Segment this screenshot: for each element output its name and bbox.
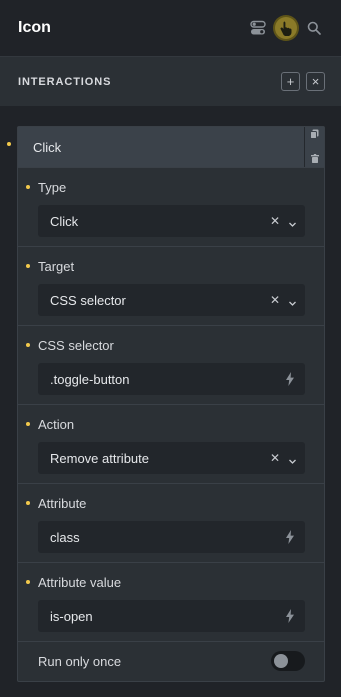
clear-icon[interactable]: ✕ bbox=[270, 293, 280, 307]
attribute-value-label: Attribute value bbox=[38, 575, 122, 590]
pointer-icon[interactable] bbox=[275, 17, 297, 39]
css-selector-label: CSS selector bbox=[38, 338, 114, 353]
dynamic-data-icon[interactable] bbox=[285, 372, 297, 386]
attribute-value-field: Attribute value is-open bbox=[18, 563, 324, 642]
field-indicator-dot bbox=[26, 501, 30, 505]
interaction-indicator-dot bbox=[7, 142, 11, 146]
section-buttons: + × bbox=[281, 72, 325, 91]
type-select[interactable]: Click ✕ bbox=[38, 205, 305, 237]
type-select-value: Click bbox=[50, 213, 79, 229]
clear-icon[interactable]: ✕ bbox=[270, 451, 280, 465]
target-select-value: CSS selector bbox=[50, 292, 126, 308]
field-indicator-dot bbox=[26, 185, 30, 189]
interactions-section-header: INTERACTIONS + × bbox=[0, 56, 341, 106]
chevron-down-icon[interactable] bbox=[288, 217, 297, 227]
type-field: Type Click ✕ bbox=[18, 168, 324, 247]
dynamic-data-icon[interactable] bbox=[285, 530, 297, 544]
interaction-title: Click bbox=[33, 139, 62, 155]
attribute-value-input[interactable]: is-open bbox=[38, 600, 305, 632]
chevron-down-icon[interactable] bbox=[288, 296, 297, 306]
interaction-tools bbox=[304, 127, 324, 167]
panel-header: Icon bbox=[0, 0, 341, 56]
toggle-icon[interactable] bbox=[249, 19, 267, 37]
chevron-down-icon[interactable] bbox=[288, 454, 297, 464]
field-indicator-dot bbox=[26, 264, 30, 268]
action-select-value: Remove attribute bbox=[50, 450, 149, 466]
css-selector-value: .toggle-button bbox=[50, 371, 130, 387]
copy-icon[interactable] bbox=[310, 126, 319, 144]
run-only-once-toggle[interactable] bbox=[271, 651, 305, 671]
attribute-value-text: is-open bbox=[50, 608, 93, 624]
attribute-field: Attribute class bbox=[18, 484, 324, 563]
action-field: Action Remove attribute ✕ bbox=[18, 405, 324, 484]
target-select[interactable]: CSS selector ✕ bbox=[38, 284, 305, 316]
dynamic-data-icon[interactable] bbox=[285, 609, 297, 623]
css-selector-field: CSS selector .toggle-button bbox=[18, 326, 324, 405]
run-only-once-row: Run only once bbox=[18, 642, 324, 680]
target-label: Target bbox=[38, 259, 75, 274]
element-title: Icon bbox=[18, 19, 51, 36]
header-icons bbox=[249, 17, 323, 39]
field-indicator-dot bbox=[26, 422, 30, 426]
action-select[interactable]: Remove attribute ✕ bbox=[38, 442, 305, 474]
type-label: Type bbox=[38, 180, 67, 195]
search-icon[interactable] bbox=[305, 19, 323, 37]
section-title: INTERACTIONS bbox=[18, 75, 112, 88]
css-selector-input[interactable]: .toggle-button bbox=[38, 363, 305, 395]
add-interaction-button[interactable]: + bbox=[281, 72, 300, 91]
trash-icon[interactable] bbox=[310, 150, 319, 168]
attribute-label: Attribute bbox=[38, 496, 87, 511]
field-indicator-dot bbox=[26, 343, 30, 347]
clear-icon[interactable]: ✕ bbox=[270, 214, 280, 228]
target-field: Target CSS selector ✕ bbox=[18, 247, 324, 326]
attribute-input[interactable]: class bbox=[38, 521, 305, 553]
interaction-header[interactable]: Click bbox=[18, 127, 324, 168]
close-section-button[interactable]: × bbox=[306, 72, 325, 91]
toggle-knob bbox=[274, 654, 288, 668]
action-label: Action bbox=[38, 417, 75, 432]
interactions-panel: Icon INTERACTIONS + × Click Type Click ✕… bbox=[0, 0, 341, 697]
attribute-value: class bbox=[50, 529, 80, 545]
run-only-once-label: Run only once bbox=[38, 653, 122, 669]
interaction-card: Click Type Click ✕ Target CSS selector ✕… bbox=[17, 126, 325, 682]
field-indicator-dot bbox=[26, 580, 30, 584]
